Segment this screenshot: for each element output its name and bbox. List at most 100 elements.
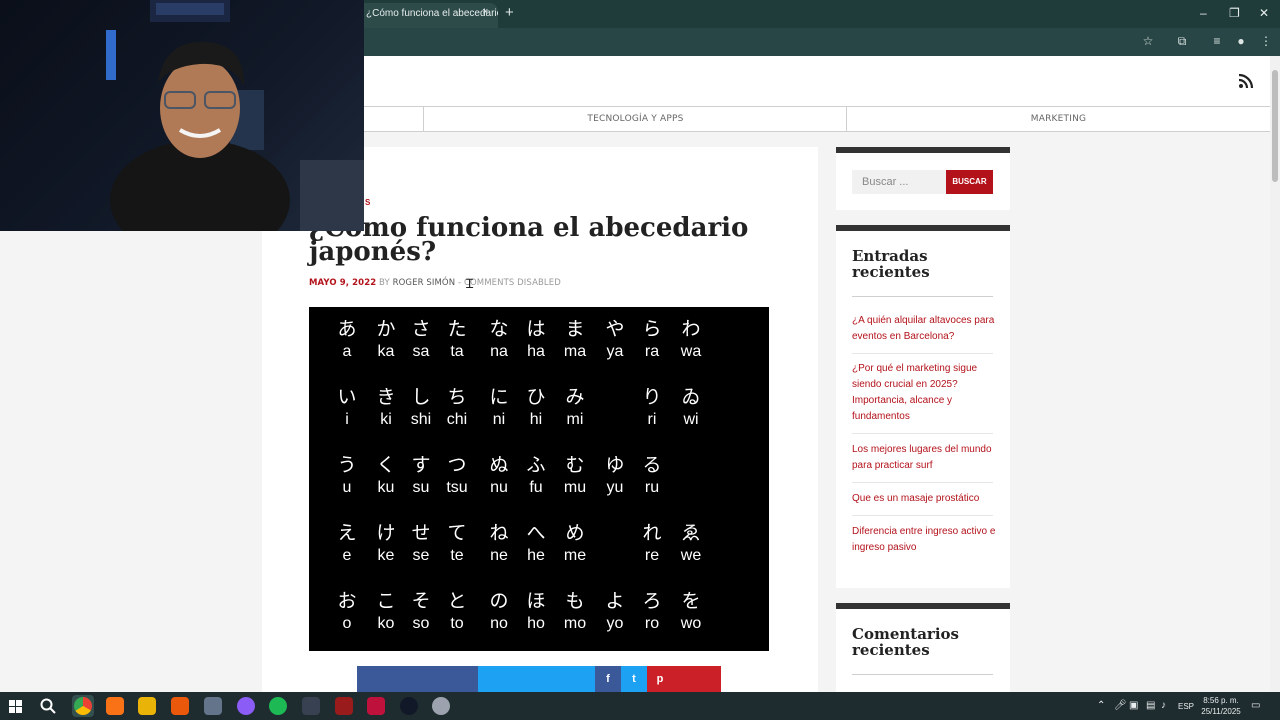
tray-app-icon[interactable]: ▣ [1129,701,1138,711]
kana-character: と [447,590,467,612]
media-control-icon[interactable]: ≡ [1210,34,1224,48]
new-tab-icon[interactable]: + [505,4,514,21]
kana-romaji: mi [566,411,584,428]
kana-romaji: ya [606,343,624,360]
kana-romaji: fu [529,479,543,496]
microphone-icon[interactable]: 🎤︎ [1114,701,1127,711]
kana-romaji: ta [450,343,464,360]
recent-post-link[interactable]: Diferencia entre ingreso activo e ingres… [852,524,996,556]
kana-character: そ [411,590,431,612]
browser-tab[interactable]: ¿Cómo funciona el abecedario japonés? [356,3,498,28]
rss-icon[interactable] [1238,73,1254,89]
calculator-icon[interactable] [204,697,222,715]
opera-icon[interactable] [367,697,385,715]
notifications-icon[interactable]: ▭ [1251,701,1260,711]
kana-character: ち [447,386,467,408]
app-icon[interactable] [237,697,255,715]
nav-item-marketing[interactable]: MARKETING [846,107,1270,131]
kana-cell: こ ko [366,589,406,635]
kana-cell: は ha [516,317,556,363]
extensions-icon[interactable]: ⧉ [1175,34,1189,48]
facebook-icon[interactable]: f [595,666,621,692]
post-by: BY [379,278,390,288]
post-category[interactable]: S [365,198,370,207]
kana-character: き [376,386,396,408]
kana-cell: ち chi [437,385,477,431]
kana-character: ほ [526,590,546,612]
kana-row: い i き ki し shi ち chi に ni ひ hi み mi り ri ゐ wi [309,385,769,435]
network-icon[interactable]: ▤ [1146,701,1155,711]
recent-post-link[interactable]: ¿A quién alquilar altavoces para eventos… [852,313,996,345]
scrollbar-thumb[interactable] [1272,70,1278,182]
kana-character: の [489,590,509,612]
kana-romaji: re [644,547,660,564]
tray-chevron-icon[interactable]: ⌃ [1097,701,1105,711]
kana-romaji: yo [606,615,624,632]
search-input[interactable]: Buscar ... [852,170,946,194]
kana-romaji: ho [527,615,545,632]
kana-cell [595,521,635,545]
brave-icon[interactable] [171,697,189,715]
taskbar-date[interactable]: 25/11/2025 [1198,707,1244,717]
recent-post-separator [852,433,993,434]
kana-cell: ま ma [555,317,595,363]
twitter-icon[interactable]: t [621,666,647,692]
tab-close-icon[interactable]: × [482,6,488,18]
app-icon[interactable] [400,697,418,715]
recent-post-link[interactable]: ¿Por qué el marketing sigue siendo cruci… [852,361,996,425]
kana-character: む [565,454,585,476]
kana-cell: いi [327,385,367,431]
kana-romaji: ri [647,411,657,428]
kana-character: る [642,454,662,476]
capcut-icon[interactable] [335,697,353,715]
kana-romaji: na [490,343,508,360]
volume-icon[interactable]: ♪ [1161,701,1166,711]
app-icon[interactable] [106,697,124,715]
minimize-icon[interactable]: – [1200,6,1207,20]
post-date[interactable]: MAYO 9, 2022 [309,278,376,288]
kana-romaji: ke [377,547,395,564]
app-icon[interactable] [302,697,320,715]
kana-romaji: e [342,547,352,564]
recent-post-link[interactable]: Los mejores lugares del mundo para pract… [852,442,996,474]
post-author[interactable]: ROGER SIMÓN [393,278,456,288]
windows-start-icon[interactable] [9,700,22,713]
share-pinterest-bar[interactable] [673,666,721,692]
kana-cell: ゐ wi [671,385,711,431]
kana-cell: わ wa [671,317,711,363]
bookmark-star-icon[interactable]: ☆ [1141,34,1155,48]
browser-menu-icon[interactable]: ⋮ [1259,34,1273,48]
kana-cell: な na [479,317,519,363]
search-icon[interactable] [40,698,56,714]
kana-character: み [565,386,585,408]
restore-icon[interactable]: ❐ [1229,6,1240,20]
kana-character: ふ [526,454,546,476]
kana-cell: さ sa [401,317,441,363]
kana-romaji: no [490,615,508,632]
file-explorer-icon[interactable] [138,697,156,715]
kana-cell: ふ fu [516,453,556,499]
kana-character: う [337,454,357,476]
recent-post-separator [852,515,993,516]
kana-cell: ね ne [479,521,519,567]
search-button[interactable]: BUSCAR [946,170,993,194]
recent-post-link[interactable]: Que es un masaje prostático [852,491,996,507]
share-twitter-bar[interactable] [478,666,595,692]
share-facebook-bar[interactable] [357,666,478,692]
close-window-icon[interactable]: ✕ [1259,6,1269,20]
profile-icon[interactable]: ● [1234,34,1248,48]
kana-romaji: he [527,547,545,564]
chrome-icon[interactable] [74,697,92,715]
kana-romaji: chi [446,411,468,428]
language-indicator[interactable]: ESP [1176,702,1196,712]
kana-character: つ [447,454,467,476]
recent-comments-title: Comentarios recientes [852,625,959,659]
pinterest-icon[interactable]: p [647,666,673,692]
kana-romaji: so [412,615,430,632]
spotify-icon[interactable] [269,697,287,715]
taskbar-time[interactable]: 8:56 p. m. [1198,696,1244,706]
kana-cell: へ he [516,521,556,567]
nav-item-tecnologia[interactable]: TECNOLOGÍA Y APPS [423,107,847,131]
obs-icon[interactable] [432,697,450,715]
kana-cell [595,385,635,409]
